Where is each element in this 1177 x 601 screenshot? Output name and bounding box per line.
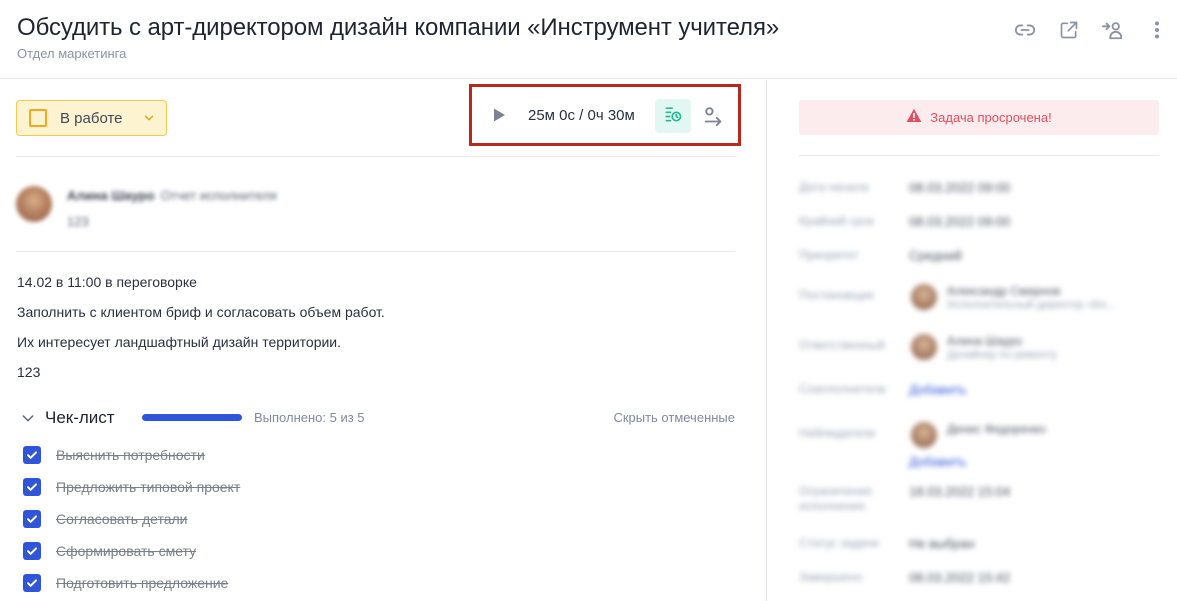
field-value[interactable]: 08.03.2022 09:00	[909, 180, 1010, 195]
divider	[16, 156, 735, 157]
warning-icon	[906, 108, 922, 128]
field-label: Ответственный	[799, 338, 885, 352]
avatar	[16, 186, 52, 222]
external-link-icon[interactable]	[1057, 18, 1081, 42]
person-name[interactable]: Алина Шауро	[947, 334, 1022, 348]
delegate-icon[interactable]	[703, 105, 725, 127]
checklist-header: Чек-лист Выполнено: 5 из 5 Скрыть отмече…	[20, 408, 735, 428]
divider	[799, 155, 1159, 156]
checklist-item-label: Подготовить предложение	[56, 575, 229, 591]
checklist-item: Подготовить предложение	[23, 573, 523, 593]
field-label: Статус задачи	[799, 536, 879, 550]
task-header: Обсудить с арт-директором дизайн компани…	[0, 0, 1177, 79]
comment-author-line: Алина Шауро Отчет исполнителя	[67, 188, 277, 203]
description-line: 123	[17, 364, 41, 380]
checkbox[interactable]	[23, 574, 41, 592]
checklist-item: Выяснить потребности	[23, 445, 523, 465]
checklist-done-count: Выполнено: 5 из 5	[254, 410, 365, 425]
task-sidebar: Задача просрочена! Дата начала 08.03.202…	[767, 80, 1177, 601]
description-line: Их интересует ландшафтный дизайн террито…	[17, 334, 342, 350]
checklist-item-label: Согласовать детали	[56, 511, 188, 527]
field-label: Приоритет	[799, 248, 859, 262]
comment-action: Отчет исполнителя	[160, 188, 277, 203]
comment-text: 123	[67, 214, 89, 229]
chevron-down-icon	[142, 111, 156, 130]
checklist-item: Согласовать детали	[23, 509, 523, 529]
checkbox[interactable]	[23, 478, 41, 496]
department-link[interactable]: Отдел маркетинга	[17, 46, 126, 61]
hide-checked-link[interactable]: Скрыть отмеченные	[613, 410, 735, 425]
comment-author[interactable]: Алина Шауро	[67, 188, 155, 203]
field-value[interactable]: 18.03.2022 15:04	[909, 484, 1010, 499]
field-label: Ограничение исполнения	[799, 484, 873, 513]
checklist-item: Сформировать смету	[23, 541, 523, 561]
person-name[interactable]: Денис Федоренко	[947, 422, 1046, 436]
avatar	[911, 284, 937, 310]
status-dropdown[interactable]: В работе	[16, 100, 167, 136]
more-vertical-icon[interactable]	[1145, 18, 1169, 42]
checkbox[interactable]	[23, 542, 41, 560]
task-details: Дата начала 08.03.2022 09:00 Крайний сро…	[799, 172, 1159, 601]
page-title: Обсудить с арт-директором дизайн компани…	[17, 14, 780, 41]
field-label: Постановщик	[799, 288, 874, 302]
status-square-icon	[29, 109, 47, 127]
description-line: Заполнить с клиентом бриф и согласовать …	[17, 304, 385, 320]
checklist-item-label: Сформировать смету	[56, 543, 197, 559]
person-role: Дизайнер по ремонту	[947, 349, 1058, 361]
play-icon[interactable]	[491, 107, 507, 123]
divider	[16, 251, 735, 252]
comment-entry: Алина Шауро Отчет исполнителя 123	[16, 176, 735, 236]
overdue-banner: Задача просрочена!	[799, 100, 1159, 135]
person-role: Исполнительный директор «Бо...	[947, 299, 1116, 311]
checklist-progress-bar	[142, 414, 242, 421]
task-main: В работе 25м 0с / 0ч 30м Алина Шауро Отче…	[0, 80, 766, 601]
checklist-item-label: Предложить типовой проект	[56, 479, 241, 495]
person-name[interactable]: Александр Смирнов	[947, 284, 1060, 298]
field-label: Дата начала	[799, 180, 869, 194]
time-tracker: 25м 0с / 0ч 30м	[469, 84, 741, 146]
field-value: 08.03.2022 15:42	[909, 570, 1011, 585]
link-icon[interactable]	[1013, 18, 1037, 42]
field-value[interactable]: Средний	[909, 248, 962, 263]
field-label: Соисполнители	[799, 382, 886, 396]
checklist-item-label: Выяснить потребности	[56, 447, 205, 463]
time-log-button[interactable]	[655, 99, 691, 133]
field-label: Завершено	[799, 570, 863, 584]
field-label: Крайний срок	[799, 214, 875, 228]
add-user-icon[interactable]	[1101, 18, 1125, 42]
timer-readout: 25м 0с / 0ч 30м	[528, 107, 635, 124]
status-label: В работе	[60, 109, 123, 127]
overdue-text: Задача просрочена!	[930, 110, 1052, 125]
add-observer-link[interactable]: Добавить	[909, 454, 966, 469]
field-value[interactable]: 08.03.2022 09:00	[909, 214, 1010, 229]
checkbox[interactable]	[23, 510, 41, 528]
description-line: 14.02 в 11:00 в переговорке	[17, 274, 197, 290]
add-coexecutor-link[interactable]: Добавить	[909, 382, 966, 397]
avatar	[911, 422, 937, 448]
checklist-item: Предложить типовой проект	[23, 477, 523, 497]
time-log-icon	[663, 104, 683, 129]
field-label: Наблюдатели	[799, 426, 876, 440]
checkbox[interactable]	[23, 446, 41, 464]
avatar	[911, 334, 937, 360]
field-value[interactable]: Не выбран	[909, 536, 975, 551]
checklist-title: Чек-лист	[45, 408, 115, 427]
chevron-down-icon[interactable]	[20, 410, 36, 426]
